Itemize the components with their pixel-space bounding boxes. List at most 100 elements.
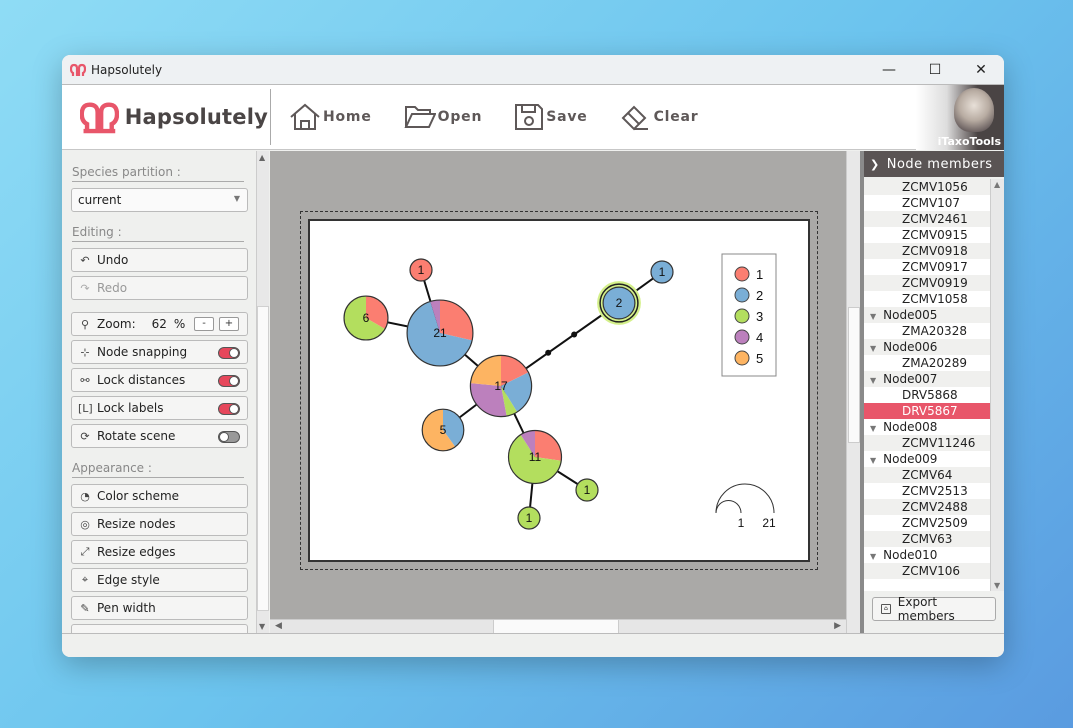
scroll-right-icon[interactable]: ▶ bbox=[834, 621, 841, 631]
tree-scrollbar[interactable]: ▲ ▼ bbox=[990, 179, 1004, 591]
legend-label: 4 bbox=[756, 330, 763, 345]
size-scale: 1 21 bbox=[715, 483, 776, 530]
tree-member[interactable]: ZCMV63 bbox=[864, 531, 990, 547]
node-members-header[interactable]: ❯ Node members bbox=[864, 151, 1004, 177]
tree-node[interactable]: ▼ Node009 bbox=[864, 451, 990, 467]
undo-button[interactable]: ↶ Undo bbox=[71, 248, 248, 272]
zoom-in-button[interactable]: + bbox=[219, 317, 239, 331]
tree-member[interactable]: ZCMV64 bbox=[864, 467, 990, 483]
network-node[interactable]: 6 bbox=[343, 295, 389, 341]
network-node[interactable]: 21 bbox=[406, 299, 474, 367]
tree-member[interactable]: ZCMV1056 bbox=[864, 179, 990, 195]
tree-member[interactable]: ZCMV2488 bbox=[864, 499, 990, 515]
title-bar: Hapsolutely — ☐ ✕ bbox=[62, 55, 1004, 85]
expand-icon[interactable]: ▼ bbox=[870, 456, 876, 465]
tree-node[interactable]: ▼ Node005 bbox=[864, 307, 990, 323]
canvas-vscroll-thumb[interactable] bbox=[848, 307, 860, 443]
scroll-down-icon[interactable]: ▼ bbox=[259, 622, 265, 631]
tree-member[interactable]: ZMA20328 bbox=[864, 323, 990, 339]
tree-member[interactable]: ZCMV107 bbox=[864, 195, 990, 211]
lock-distances-switch[interactable] bbox=[218, 375, 240, 387]
close-button[interactable]: ✕ bbox=[958, 55, 1004, 85]
tree-member[interactable]: ZCMV2461 bbox=[864, 211, 990, 227]
save-icon bbox=[515, 104, 544, 130]
network-canvas[interactable]: 1 6 21 17 5 11 1 1 2 1 1 2 3 4 5 1 21 bbox=[270, 151, 846, 619]
scroll-up-icon[interactable]: ▲ bbox=[994, 180, 1000, 189]
lock-labels-toggle[interactable]: [L] Lock labels bbox=[71, 396, 248, 420]
node-snapping-toggle[interactable]: ⊹ Node snapping bbox=[71, 340, 248, 364]
network-node[interactable]: 1 bbox=[650, 260, 674, 284]
tree-member[interactable]: ZCMV1058 bbox=[864, 291, 990, 307]
expand-icon[interactable]: ▼ bbox=[870, 376, 876, 385]
network-node[interactable]: 1 bbox=[409, 258, 433, 282]
tree-member[interactable]: DRV5868 bbox=[864, 387, 990, 403]
canvas-vertical-scrollbar[interactable] bbox=[846, 151, 860, 633]
tree-node[interactable]: ▼ Node010 bbox=[864, 547, 990, 563]
network-node[interactable]: 2 bbox=[597, 281, 641, 325]
home-icon bbox=[290, 103, 320, 130]
lock-distances-toggle[interactable]: ⚯ Lock distances bbox=[71, 368, 248, 392]
tree-member[interactable]: ZMA20289 bbox=[864, 355, 990, 371]
node-label: 1 bbox=[659, 265, 666, 279]
tree-member[interactable]: ZCMV11246 bbox=[864, 435, 990, 451]
resize-edges-button[interactable]: ⤢ Resize edges bbox=[71, 540, 248, 564]
color-scheme-button[interactable]: ◔ Color scheme bbox=[71, 484, 248, 508]
minimize-button[interactable]: — bbox=[866, 55, 912, 85]
export-members-button[interactable]: ⌂ Export members bbox=[872, 595, 996, 623]
network-node[interactable]: 1 bbox=[575, 478, 599, 502]
canvas-horizontal-scrollbar[interactable]: ◀ ▶ bbox=[270, 619, 846, 633]
network-node[interactable]: 17 bbox=[469, 354, 533, 418]
scale-label: 1 bbox=[738, 516, 745, 530]
tree-member[interactable]: ZCMV0915 bbox=[864, 227, 990, 243]
scroll-up-icon[interactable]: ▲ bbox=[259, 153, 265, 162]
home-button[interactable]: Home bbox=[289, 103, 372, 131]
pen-width-button[interactable]: ✎ Pen width bbox=[71, 596, 248, 620]
partition-select[interactable]: current ▼ bbox=[71, 188, 248, 212]
lock-labels-switch[interactable] bbox=[218, 403, 240, 415]
expand-icon[interactable]: ▼ bbox=[870, 552, 876, 561]
sidebar-scrollbar[interactable]: ▲ ▼ bbox=[256, 151, 269, 633]
expand-icon[interactable]: ▼ bbox=[870, 312, 876, 321]
expand-icon[interactable]: ▼ bbox=[870, 344, 876, 353]
tree-member[interactable]: ZCMV0919 bbox=[864, 275, 990, 291]
members-tree[interactable]: ZCMV1056 ZCMV107 ZCMV2461 ZCMV0915 ZCMV0918 Z… bbox=[864, 179, 990, 591]
rotate-scene-toggle[interactable]: ⟳ Rotate scene bbox=[71, 424, 248, 448]
tree-node[interactable]: ▼ Node006 bbox=[864, 339, 990, 355]
node-snapping-switch[interactable] bbox=[218, 347, 240, 359]
tree-member[interactable]: ZCMV2513 bbox=[864, 483, 990, 499]
redo-button[interactable]: ↷ Redo bbox=[71, 276, 248, 300]
tree-node[interactable]: ▼ Node007 bbox=[864, 371, 990, 387]
tree-member[interactable]: ZCMV0918 bbox=[864, 243, 990, 259]
search-icon: ⚲ bbox=[80, 317, 90, 331]
tree-member[interactable]: ZCMV2509 bbox=[864, 515, 990, 531]
hapsolutely-logo-icon bbox=[80, 102, 119, 134]
tree-member[interactable]: DRV5867 bbox=[864, 403, 990, 419]
snap-icon: ⊹ bbox=[80, 345, 90, 359]
expand-icon[interactable]: ▼ bbox=[870, 424, 876, 433]
more-button[interactable] bbox=[71, 624, 248, 633]
rotate-scene-switch[interactable] bbox=[218, 431, 240, 443]
app-window: Hapsolutely — ☐ ✕ Hapsolutely Home Open bbox=[62, 55, 1004, 657]
save-button[interactable]: Save bbox=[514, 103, 587, 131]
window-title: Hapsolutely bbox=[91, 62, 163, 77]
resize-nodes-button[interactable]: ◎ Resize nodes bbox=[71, 512, 248, 536]
legend-label: 2 bbox=[756, 288, 763, 303]
edge-style-button[interactable]: ⌖ Edge style bbox=[71, 568, 248, 592]
scroll-down-icon[interactable]: ▼ bbox=[994, 581, 1000, 590]
legend-label: 3 bbox=[756, 309, 763, 324]
app-logo: Hapsolutely bbox=[80, 99, 268, 135]
maximize-button[interactable]: ☐ bbox=[912, 55, 958, 85]
legend: 1 2 3 4 5 bbox=[721, 253, 777, 377]
zoom-out-button[interactable]: - bbox=[194, 317, 214, 331]
tree-member[interactable]: ZCMV106 bbox=[864, 563, 990, 579]
tree-node[interactable]: ▼ Node008 bbox=[864, 419, 990, 435]
clear-button[interactable]: Clear bbox=[620, 103, 699, 131]
network-node[interactable]: 5 bbox=[421, 408, 465, 452]
network-node[interactable]: 1 bbox=[517, 506, 541, 530]
open-button[interactable]: Open bbox=[404, 103, 483, 131]
network-node[interactable]: 11 bbox=[507, 429, 563, 485]
tree-member[interactable]: ZCMV0917 bbox=[864, 259, 990, 275]
canvas-hscroll-thumb[interactable] bbox=[493, 620, 619, 633]
sidebar-scroll-thumb[interactable] bbox=[257, 306, 269, 611]
scroll-left-icon[interactable]: ◀ bbox=[275, 621, 282, 631]
